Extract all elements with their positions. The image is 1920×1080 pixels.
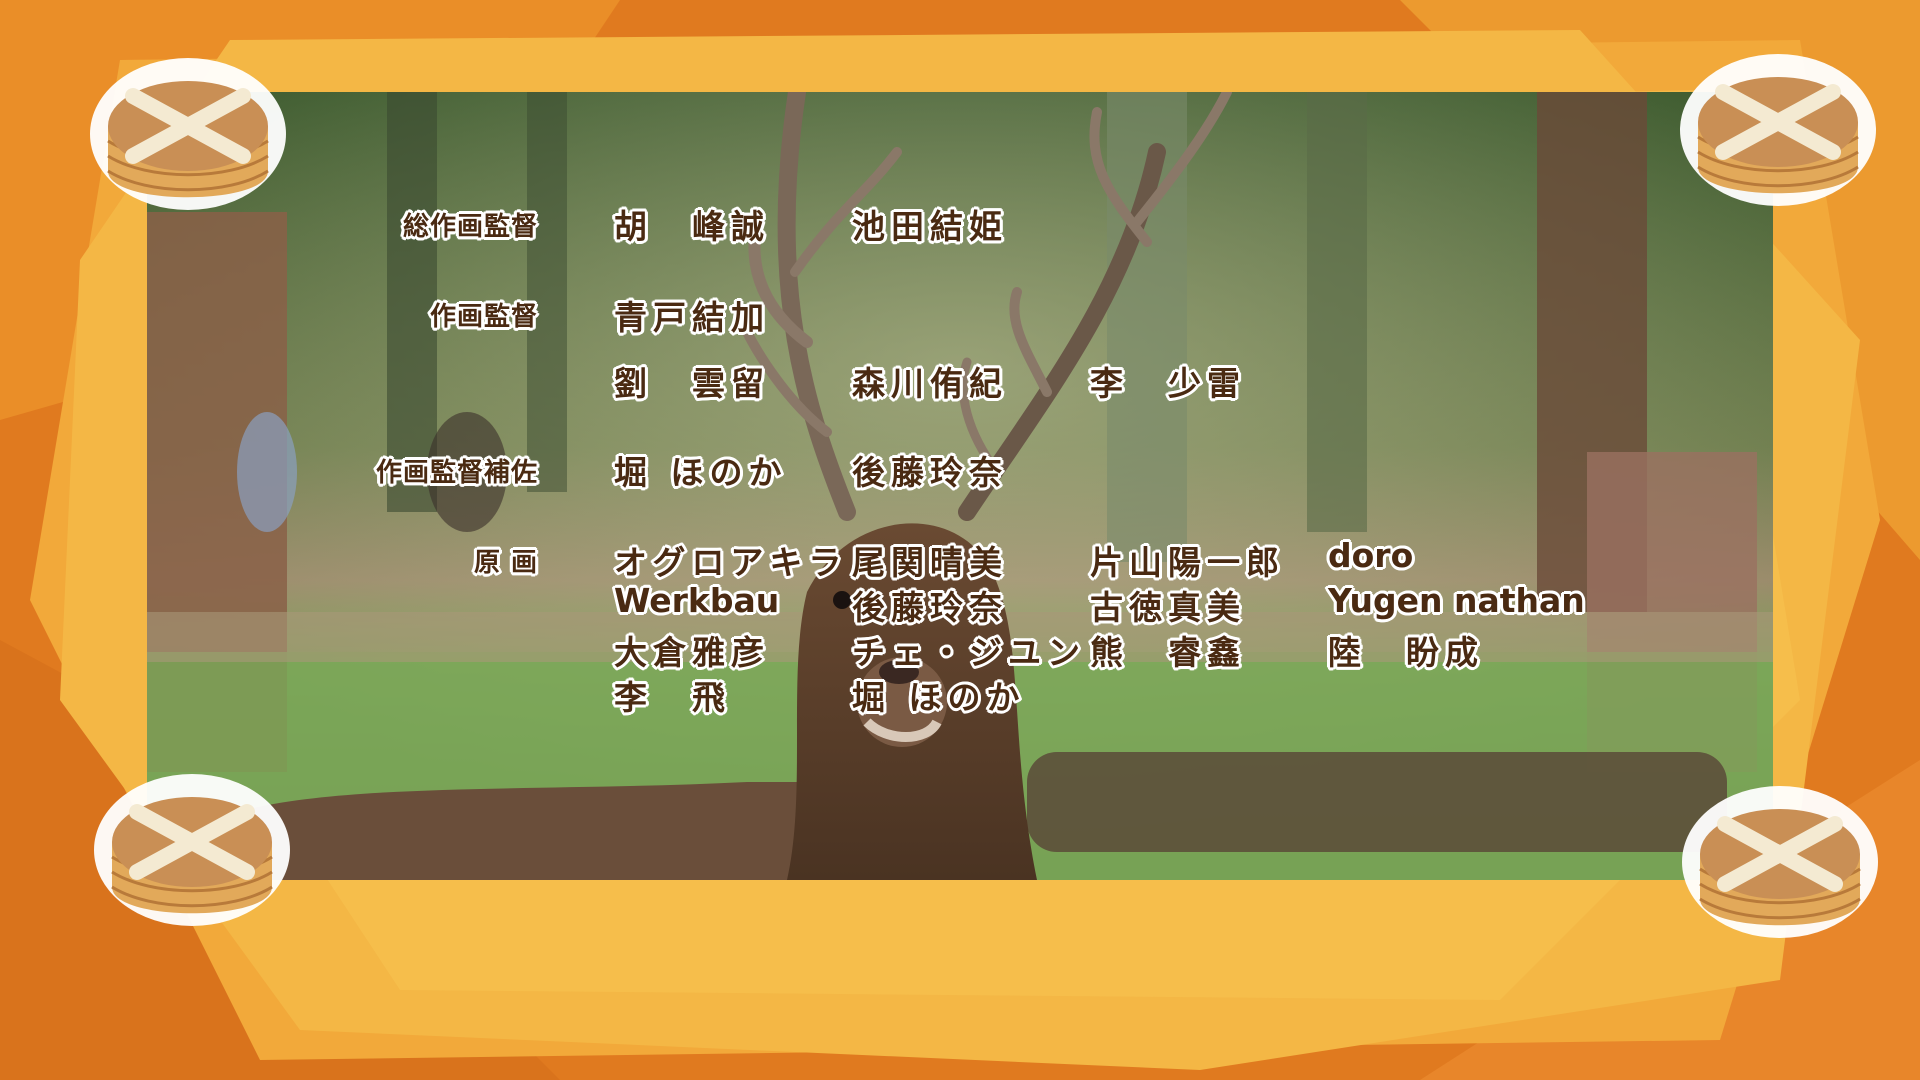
credit-name: 大倉雅彦 (614, 633, 770, 672)
credit-name: doro (1328, 536, 1414, 575)
role-genga: 原 画 (473, 548, 538, 578)
credits-screen: 総作画監督 胡 峰誠 池田結姫 作画監督 青戸結加 劉 雲留 森川侑紀 李 少雷… (0, 0, 1920, 1080)
role-sou-sakuga-kantoku: 総作画監督 (402, 212, 538, 242)
credit-name: チェ・ジユン (852, 633, 1086, 672)
cake-icon-top-right (1680, 54, 1876, 206)
cake-icon-bottom-left (94, 774, 290, 926)
credit-name: Yugen nathan (1328, 581, 1585, 620)
credit-name: 熊 睿鑫 (1090, 633, 1246, 672)
role-sakuga-kantoku-hosa: 作画監督補佐 (375, 458, 538, 488)
credit-name: 李 飛 (614, 678, 731, 717)
credit-name: 李 少雷 (1090, 364, 1246, 403)
credit-name: 胡 峰誠 (614, 207, 770, 246)
credit-name: 片山陽一郎 (1090, 543, 1285, 582)
cake-icon-top-left (90, 58, 286, 210)
role-sakuga-kantoku: 作画監督 (429, 302, 538, 332)
credit-name: 劉 雲留 (614, 364, 770, 403)
credit-name: 堀 ほのか (852, 678, 1026, 717)
credit-name: 森川侑紀 (852, 364, 1008, 403)
credit-name: 後藤玲奈 (852, 453, 1008, 492)
credit-name: 池田結姫 (852, 207, 1008, 246)
credit-name: Werkbau (614, 581, 780, 620)
credit-name: 尾関晴美 (852, 543, 1008, 582)
credit-name: 堀 ほのか (614, 453, 788, 492)
credit-name: 陸 盼成 (1328, 633, 1484, 672)
credit-name: 青戸結加 (614, 298, 770, 337)
credit-name: オグロアキラ (614, 543, 848, 582)
credit-name: 古徳真美 (1090, 588, 1246, 627)
cake-icon-bottom-right (1682, 786, 1878, 938)
credit-name: 後藤玲奈 (852, 588, 1008, 627)
